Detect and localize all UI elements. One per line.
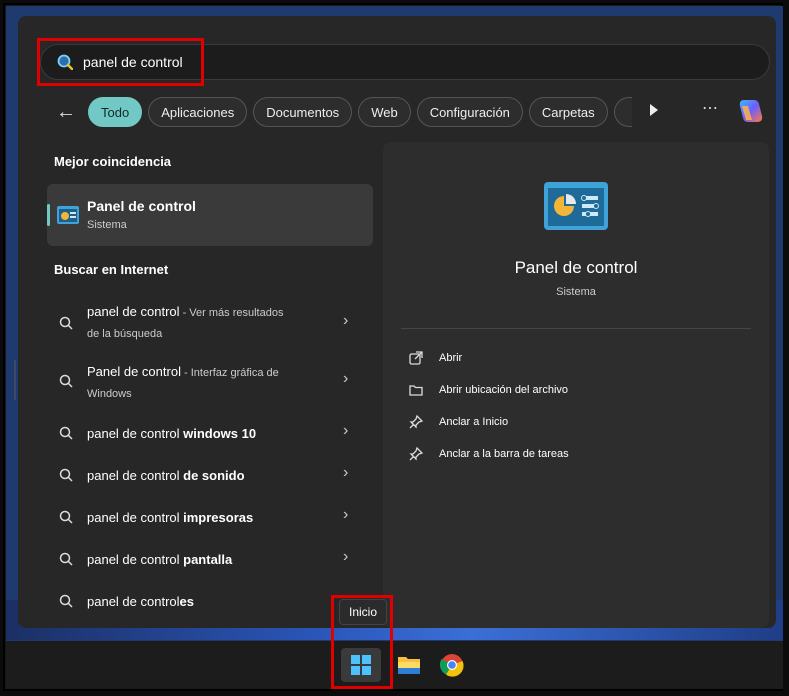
filter-aplicaciones[interactable]: Aplicaciones [148, 97, 248, 127]
copilot-icon[interactable] [734, 96, 766, 128]
chevron-right-icon: › [343, 312, 349, 329]
web-result-query: panel de control [87, 510, 184, 525]
best-match-item[interactable]: Panel de control Sistema [47, 184, 373, 246]
action-pin-start[interactable]: Anclar a Inicio [409, 412, 508, 432]
web-result-6[interactable]: panel de controles [47, 590, 373, 614]
web-result-query: Panel de control [87, 364, 181, 379]
details-divider [401, 328, 751, 329]
chevron-right-icon: › [343, 464, 349, 481]
pin-icon [409, 447, 423, 461]
chevron-right-icon: › [343, 548, 349, 565]
action-open[interactable]: Abrir [409, 348, 462, 368]
scroll-filters-right-icon[interactable] [650, 104, 658, 116]
web-result-query: panel de control [87, 468, 184, 483]
best-match-heading: Mejor coincidencia [54, 154, 172, 169]
web-result-bold: pantalla [183, 552, 233, 567]
search-icon [59, 316, 73, 330]
control-panel-icon [57, 206, 79, 224]
start-button[interactable] [341, 648, 381, 682]
chevron-right-icon: › [343, 370, 349, 387]
search-icon [59, 426, 73, 440]
web-result-desc: - Interfaz gráfica de [180, 367, 279, 379]
chrome-icon[interactable] [440, 653, 464, 677]
web-result-query: panel de control [87, 552, 184, 567]
open-external-icon [409, 351, 423, 365]
search-icon [57, 54, 73, 70]
web-result-query: panel de control [87, 426, 184, 441]
web-result-3[interactable]: panel de control de sonido › [47, 464, 373, 488]
action-open-location[interactable]: Abrir ubicación del archivo [409, 380, 568, 400]
web-result-bold: windows 10 [183, 426, 257, 441]
search-icon [59, 552, 73, 566]
windows-logo-icon [351, 655, 371, 675]
search-icon [59, 510, 73, 524]
web-result-5[interactable]: panel de control pantalla › [47, 548, 373, 572]
action-pin-taskbar[interactable]: Anclar a la barra de tareas [409, 444, 569, 464]
back-arrow-icon[interactable]: ← [50, 96, 82, 128]
action-label: Anclar a la barra de tareas [439, 448, 569, 460]
web-result-bold: es [179, 594, 194, 609]
desktop-edge-mark [14, 360, 16, 400]
web-result-desc: - Ver más resultados [179, 307, 284, 319]
best-match-subtitle: Sistema [87, 219, 127, 231]
file-explorer-icon[interactable] [397, 654, 421, 676]
search-icon [59, 374, 73, 388]
web-result-bold: de sonido [183, 468, 245, 483]
web-result-2[interactable]: panel de control windows 10 › [47, 422, 373, 446]
web-result-4[interactable]: panel de control impresoras › [47, 506, 373, 530]
search-icon [59, 594, 73, 608]
web-search-heading: Buscar en Internet [54, 262, 169, 277]
web-result-query: panel de control [87, 304, 180, 319]
web-result-bold: impresoras [183, 510, 254, 525]
chevron-right-icon: › [343, 422, 349, 439]
details-subtitle: Sistema [556, 286, 596, 298]
web-result-query: panel de control [87, 594, 180, 609]
web-result-desc2: de la búsqueda [87, 328, 163, 340]
search-box[interactable] [40, 44, 770, 80]
taskbar [6, 641, 783, 689]
control-panel-large-icon [544, 182, 608, 230]
action-label: Abrir [439, 352, 463, 364]
details-title: Panel de control [514, 258, 638, 277]
action-label: Abrir ubicación del archivo [439, 384, 569, 396]
pin-icon [409, 415, 423, 429]
filter-carpetas[interactable]: Carpetas [528, 97, 608, 127]
search-input[interactable] [83, 51, 383, 73]
start-tooltip: Inicio [339, 599, 387, 625]
chevron-right-icon: › [343, 506, 349, 523]
filter-configuracion[interactable]: Configuración [416, 97, 523, 127]
filter-documentos[interactable]: Documentos [253, 97, 353, 127]
search-icon [59, 468, 73, 482]
filter-todo[interactable]: Todo [88, 97, 143, 127]
filter-overflow-chip[interactable] [613, 97, 632, 127]
folder-icon [409, 385, 423, 396]
search-filters: ← Todo Aplicaciones Documentos Web Confi… [50, 96, 632, 128]
web-result-desc2: Windows [87, 388, 132, 400]
selection-indicator [47, 204, 50, 226]
more-options-icon[interactable]: ⋯ [702, 98, 719, 118]
web-result-0[interactable]: panel de control - Ver más resultados de … [47, 300, 373, 344]
web-result-1[interactable]: Panel de control - Interfaz gráfica de Wi… [47, 360, 373, 404]
best-match-name: Panel de control [87, 198, 196, 214]
filter-web[interactable]: Web [358, 97, 411, 127]
details-pane: Panel de control Sistema Abrir Abrir ubi… [383, 142, 769, 628]
action-label: Anclar a Inicio [439, 416, 509, 428]
